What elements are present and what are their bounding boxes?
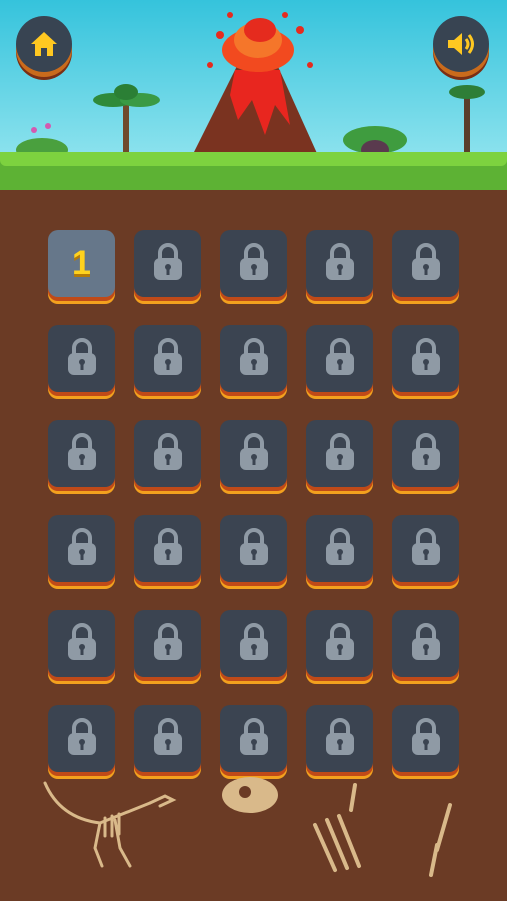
- level-tile-locked[interactable]: [134, 325, 201, 392]
- level-tile-locked[interactable]: [48, 515, 115, 582]
- level-tile-locked[interactable]: [134, 420, 201, 487]
- level-tile-locked[interactable]: [48, 325, 115, 392]
- level-tile-locked[interactable]: [306, 610, 373, 677]
- lock-icon: [151, 242, 185, 286]
- level-tile-locked[interactable]: [48, 420, 115, 487]
- volcano-illustration: [190, 12, 320, 160]
- palm-tree-left: [93, 84, 160, 162]
- lock-icon: [409, 717, 443, 761]
- lock-icon: [151, 337, 185, 381]
- level-tile-locked[interactable]: [220, 230, 287, 297]
- lock-icon: [323, 527, 357, 571]
- lock-icon: [409, 622, 443, 666]
- level-tile-locked[interactable]: [306, 325, 373, 392]
- level-tile-locked[interactable]: [48, 610, 115, 677]
- grass-highlight: [0, 152, 507, 166]
- level-tile-locked[interactable]: [392, 515, 459, 582]
- level-tile-locked[interactable]: [220, 705, 287, 772]
- level-tile-locked[interactable]: [306, 515, 373, 582]
- level-tile-locked[interactable]: [220, 515, 287, 582]
- lock-icon: [409, 337, 443, 381]
- level-tile-locked[interactable]: [306, 705, 373, 772]
- level-grid: 1: [48, 230, 459, 772]
- level-tile-locked[interactable]: [220, 610, 287, 677]
- lock-icon: [65, 717, 99, 761]
- lock-icon: [237, 527, 271, 571]
- level-tile-locked[interactable]: [48, 705, 115, 772]
- lock-icon: [409, 242, 443, 286]
- lock-icon: [323, 622, 357, 666]
- lock-icon: [65, 432, 99, 476]
- lock-icon: [323, 242, 357, 286]
- level-tile-locked[interactable]: [392, 610, 459, 677]
- lock-icon: [65, 337, 99, 381]
- lock-icon: [237, 717, 271, 761]
- level-tile-locked[interactable]: [306, 420, 373, 487]
- lock-icon: [65, 527, 99, 571]
- lock-icon: [323, 717, 357, 761]
- level-tile-locked[interactable]: [134, 705, 201, 772]
- dinosaur-skeleton-fossil: [43, 781, 177, 868]
- level-tile-locked[interactable]: [220, 325, 287, 392]
- level-tile[interactable]: 1: [48, 230, 115, 297]
- level-tile-locked[interactable]: [134, 230, 201, 297]
- home-icon: [31, 32, 57, 56]
- lock-icon: [151, 432, 185, 476]
- level-tile-locked[interactable]: [134, 515, 201, 582]
- speaker-icon: [448, 33, 474, 55]
- lock-icon: [237, 622, 271, 666]
- lock-icon: [409, 432, 443, 476]
- lock-icon: [151, 717, 185, 761]
- level-tile-locked[interactable]: [220, 420, 287, 487]
- level-tile-locked[interactable]: [134, 610, 201, 677]
- level-number: 1: [72, 244, 91, 282]
- sound-button[interactable]: [433, 16, 489, 72]
- level-tile-locked[interactable]: [392, 420, 459, 487]
- palm-tree-right: [449, 85, 485, 160]
- level-tile-locked[interactable]: [306, 230, 373, 297]
- lock-icon: [65, 622, 99, 666]
- lock-icon: [237, 432, 271, 476]
- lock-icon: [409, 527, 443, 571]
- lock-icon: [151, 622, 185, 666]
- level-tile-locked[interactable]: [392, 705, 459, 772]
- lock-icon: [323, 337, 357, 381]
- lock-icon: [323, 432, 357, 476]
- home-button[interactable]: [16, 16, 72, 72]
- lock-icon: [237, 242, 271, 286]
- level-tile-locked[interactable]: [392, 230, 459, 297]
- bone-fossils: [222, 777, 452, 877]
- level-select-screen: 1: [0, 0, 507, 901]
- lock-icon: [237, 337, 271, 381]
- level-tile-locked[interactable]: [392, 325, 459, 392]
- lock-icon: [151, 527, 185, 571]
